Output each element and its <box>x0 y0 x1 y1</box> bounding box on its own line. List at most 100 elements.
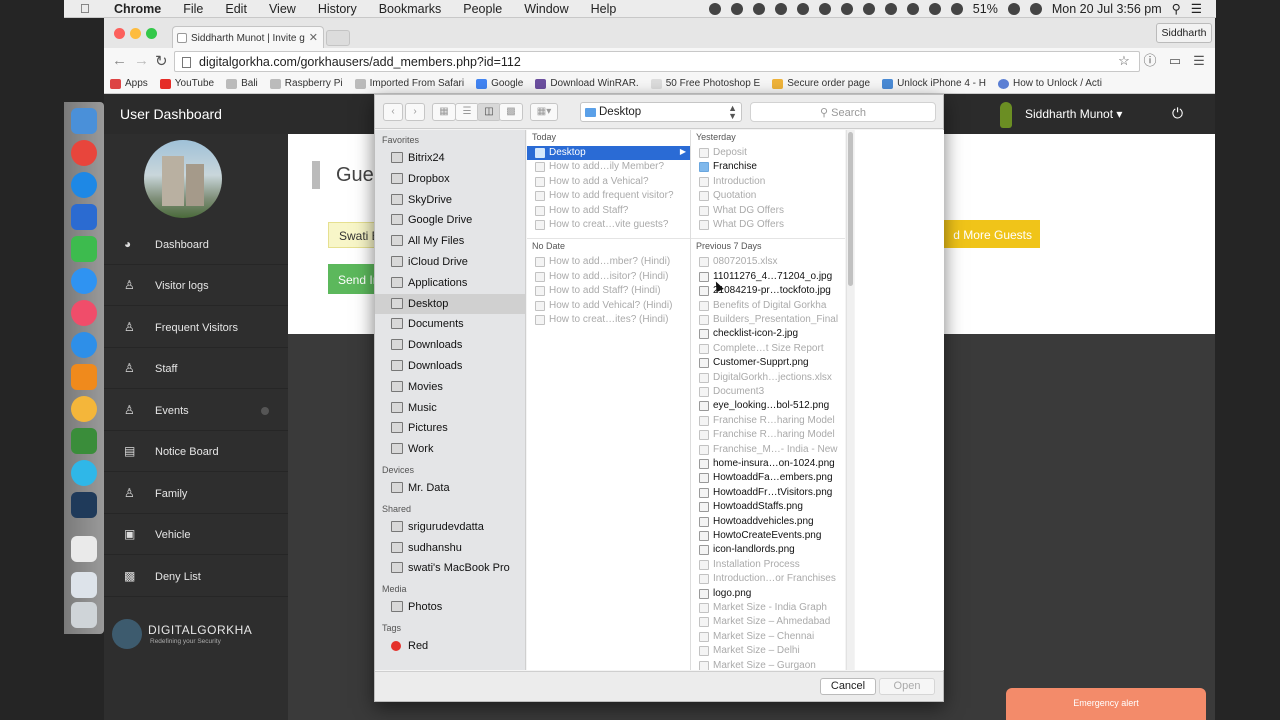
extension-icon[interactable]: ⓘ <box>1143 54 1157 68</box>
wifi-icon[interactable] <box>950 2 963 15</box>
nav-staff[interactable]: ♙ Staff <box>104 349 288 389</box>
file-row[interactable]: Market Size – Gurgaon <box>691 659 845 670</box>
file-row[interactable]: Document3 <box>691 385 845 399</box>
profile-button[interactable]: Siddharth <box>1156 23 1212 43</box>
file-row[interactable]: How to add Staff? <box>527 204 690 218</box>
drive-icon[interactable] <box>752 2 765 15</box>
emergency-alert-button[interactable]: Emergency alert <box>1006 688 1206 720</box>
bookmark-secure-order[interactable]: Secure order page <box>772 78 870 89</box>
back-icon[interactable]: ‹ <box>383 103 403 121</box>
sidebar-item-pictures[interactable]: Pictures <box>375 418 525 438</box>
bookmark-how-to-unlock[interactable]: How to Unlock / Acti <box>998 78 1102 89</box>
list-view-icon[interactable]: ☰ <box>455 103 479 121</box>
nav-events[interactable]: ♙ Events <box>104 391 288 431</box>
bookmark-imported-safari[interactable]: Imported From Safari <box>354 78 464 89</box>
column-view-icon[interactable]: ◫ <box>477 103 501 121</box>
cursor-app-icon[interactable] <box>71 204 97 230</box>
column-scrollbar[interactable] <box>846 130 854 670</box>
pin-icon[interactable] <box>818 2 831 15</box>
file-row[interactable]: checklist-icon-2.jpg <box>691 327 845 341</box>
flag-icon[interactable] <box>1029 2 1042 15</box>
add-more-guests-button[interactable]: d More Guests <box>936 220 1040 248</box>
notification-center-icon[interactable]: ☰ <box>1191 1 1202 16</box>
file-row[interactable]: Market Size – Delhi <box>691 644 845 658</box>
sidebar-item-music[interactable]: Music <box>375 398 525 418</box>
file-row[interactable]: Desktop ▶ <box>527 146 690 160</box>
sidebar-item-applications[interactable]: Applications <box>375 273 525 293</box>
file-row[interactable]: Market Size – Chennai <box>691 630 845 644</box>
bookmark-bali[interactable]: Bali <box>226 78 258 89</box>
file-row[interactable]: Howtoaddvehicles.png <box>691 515 845 529</box>
screen-icon[interactable] <box>840 2 853 15</box>
reload-icon[interactable]: ↻ <box>155 52 168 70</box>
file-row[interactable]: Customer-Supprt.png <box>691 356 845 370</box>
screenshot-icon[interactable] <box>71 572 97 598</box>
sidebar-item-bitrix24[interactable]: Bitrix24 <box>375 148 525 168</box>
menu-edit[interactable]: Edit <box>225 2 247 16</box>
file-row[interactable]: HowtoaddStaffs.png <box>691 500 845 514</box>
file-row[interactable]: Introduction <box>691 175 845 189</box>
file-row[interactable]: Introduction…or Franchises <box>691 572 845 586</box>
file-row[interactable]: Builders_Presentation_Final <box>691 313 845 327</box>
sidebar-item-desktop[interactable]: Desktop <box>375 293 525 314</box>
sidebar-item-srigurudevdatta[interactable]: srigurudevdatta <box>375 517 525 537</box>
file-row[interactable]: How to creat…vite guests? <box>527 218 690 232</box>
sidebar-item-skydrive[interactable]: SkyDrive <box>375 190 525 210</box>
site-title[interactable]: User Dashboard <box>120 106 222 122</box>
sidebar-item-downloads[interactable]: Downloads <box>375 335 525 355</box>
trash-icon[interactable] <box>71 602 97 628</box>
bookmark-google[interactable]: Google <box>476 78 523 89</box>
menu-app-name[interactable]: Chrome <box>114 2 161 16</box>
forward-icon[interactable]: › <box>405 103 425 121</box>
power-icon[interactable]: ⏻ <box>1172 105 1183 122</box>
minimize-window-button[interactable] <box>130 28 141 39</box>
file-row[interactable]: How to creat…ites? (Hindi) <box>527 313 690 327</box>
bookmark-winrar[interactable]: Download WinRAR. <box>535 78 639 89</box>
file-row[interactable]: How to add frequent visitor? <box>527 189 690 203</box>
record-icon[interactable] <box>708 2 721 15</box>
bookmark-unlock-iphone[interactable]: Unlock iPhone 4 - H <box>882 78 986 89</box>
sidebar-item-swati-s-macbook-pro[interactable]: swati's MacBook Pro <box>375 558 525 578</box>
file-row[interactable]: HowtoaddFa…embers.png <box>691 471 845 485</box>
address-bar[interactable]: digitalgorkha.com/gorkhausers/add_member… <box>174 51 1140 72</box>
nav-notice-board[interactable]: ▤ Notice Board <box>104 432 288 472</box>
dialog-search-field[interactable]: ⚲ Search <box>750 102 936 122</box>
location-dropdown[interactable]: Desktop ▲ ▼ <box>580 102 742 122</box>
sidebar-item-movies[interactable]: Movies <box>375 377 525 397</box>
bluetooth-icon[interactable] <box>928 2 941 15</box>
time-machine-icon[interactable] <box>884 2 897 15</box>
spotlight-icon[interactable]: ⚲ <box>1172 1 1181 16</box>
nav-dashboard[interactable]: ◕ Dashboard <box>104 225 288 265</box>
file-row[interactable]: DigitalGorkh…jections.xlsx <box>691 371 845 385</box>
file-row[interactable]: What DG Offers <box>691 204 845 218</box>
back-icon[interactable]: ← <box>112 52 127 69</box>
file-row[interactable]: What DG Offers <box>691 218 845 232</box>
file-row[interactable]: Franchise R…haring Model <box>691 414 845 428</box>
bookmark-photoshop[interactable]: 50 Free Photoshop E <box>650 78 760 89</box>
file-row[interactable]: logo.png <box>691 587 845 601</box>
menu-view[interactable]: View <box>269 2 296 16</box>
sidebar-item-downloads[interactable]: Downloads <box>375 356 525 376</box>
sidebar-item-sudhanshu[interactable]: sudhanshu <box>375 538 525 558</box>
evernote-icon[interactable] <box>71 428 97 454</box>
file-row[interactable]: How to add Vehical? (Hindi) <box>527 299 690 313</box>
file-row[interactable]: 08072015.xlsx <box>691 255 845 269</box>
sidebar-item-mr-data[interactable]: Mr. Data <box>375 478 525 498</box>
new-tab-button[interactable] <box>326 30 350 46</box>
sidebar-item-red[interactable]: Red <box>375 636 525 656</box>
facetime-icon[interactable] <box>71 236 97 262</box>
bell-icon[interactable] <box>774 2 787 15</box>
file-row[interactable]: Franchise <box>691 160 845 174</box>
icon-view-icon[interactable]: ▦ <box>432 103 456 121</box>
nav-vehicle[interactable]: ▣ Vehicle <box>104 515 288 555</box>
chrome-icon[interactable] <box>71 140 97 166</box>
document-icon[interactable] <box>71 536 97 562</box>
open-button[interactable]: Open <box>879 678 935 695</box>
clock-icon[interactable] <box>906 2 919 15</box>
zoom-window-button[interactable] <box>146 28 157 39</box>
file-row[interactable]: How to add…mber? (Hindi) <box>527 255 690 269</box>
itunes-icon[interactable] <box>71 300 97 326</box>
nav-family[interactable]: ♙ Family <box>104 474 288 514</box>
file-row[interactable]: Market Size – Ahmedabad <box>691 615 845 629</box>
bookmark-apps[interactable]: Apps <box>110 78 148 89</box>
